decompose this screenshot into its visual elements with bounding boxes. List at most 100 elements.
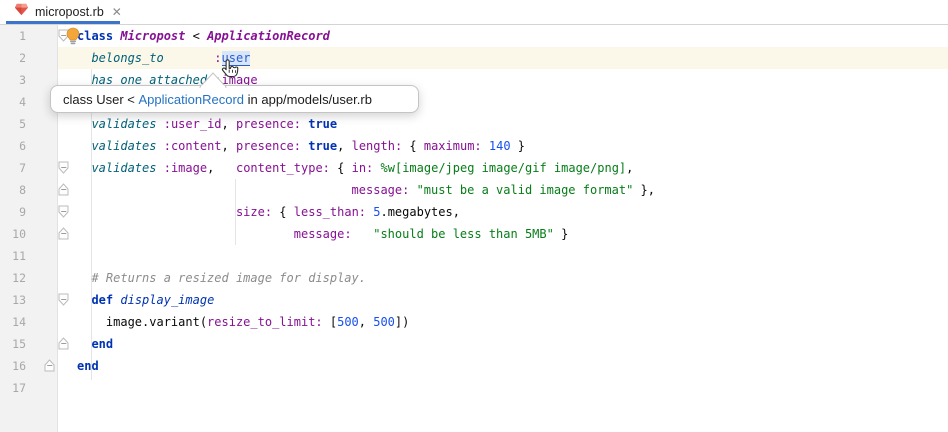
line-number[interactable]: 16	[0, 355, 26, 377]
code-line[interactable]: validates :user_id, presence: true	[77, 113, 337, 135]
fold-marker-icon[interactable]	[44, 359, 56, 372]
code-token: true	[308, 139, 338, 153]
code-token: in:	[351, 161, 374, 175]
code-token: {	[329, 161, 352, 175]
code-line[interactable]: end	[77, 333, 113, 355]
line-number[interactable]: 9	[0, 201, 26, 223]
code-token: message:	[351, 183, 410, 197]
code-token: %w[image/jpeg image/gif image/png]	[380, 161, 627, 175]
code-token: resize_to_limit:	[207, 315, 323, 329]
code-token: belongs_to	[91, 51, 164, 65]
editor-tab-bar: micropost.rb ✕	[0, 0, 948, 25]
line-number[interactable]: 2	[0, 47, 26, 69]
code-token: "should be less than 5MB"	[373, 227, 554, 241]
code-token: content_type:	[235, 161, 330, 175]
code-token: :user_id	[163, 117, 222, 131]
code-line[interactable]: message: "must be a valid image format" …	[77, 179, 655, 201]
tooltip-text-after: in app/models/user.rb	[244, 91, 372, 107]
code-token: ApplicationRecord	[207, 29, 330, 43]
code-token: validates	[91, 117, 157, 131]
code-token: end	[77, 359, 99, 373]
code-token: <	[185, 29, 208, 43]
line-number[interactable]: 8	[0, 179, 26, 201]
tab-title: micropost.rb	[35, 5, 104, 19]
fold-marker-icon[interactable]	[58, 227, 70, 240]
code-token: display_image	[120, 293, 215, 307]
code-token: validates	[91, 161, 157, 175]
code-line[interactable]: # Returns a resized image for display.	[77, 267, 366, 289]
code-token: ,	[207, 161, 236, 175]
code-token: "must be a valid image format"	[416, 183, 634, 197]
code-token: size:	[235, 205, 273, 219]
code-line[interactable]: message: "should be less than 5MB" }	[77, 223, 569, 245]
code-token: {	[402, 139, 424, 153]
code-line[interactable]: validates :image, content_type: { in: %w…	[77, 157, 633, 179]
code-token: ,	[337, 139, 352, 153]
line-number[interactable]: 12	[0, 267, 26, 289]
close-icon[interactable]: ✕	[112, 5, 122, 19]
line-number[interactable]: 1	[0, 25, 26, 47]
definition-tooltip: class User < ApplicationRecord in app/mo…	[50, 85, 419, 113]
code-token: end	[91, 337, 114, 351]
line-number[interactable]: 6	[0, 135, 26, 157]
fold-marker-icon[interactable]	[58, 205, 70, 218]
line-number[interactable]: 3	[0, 69, 26, 91]
line-number[interactable]: 4	[0, 91, 26, 113]
fold-marker-icon[interactable]	[58, 337, 70, 350]
ide-window: micropost.rb ✕ 1 2 3 4 5 6 7 8 9 10 11 12 13 14 15 16 17…	[0, 0, 948, 432]
code-token: :image	[163, 161, 208, 175]
code-token: },	[633, 183, 656, 197]
line-number[interactable]: 10	[0, 223, 26, 245]
line-number[interactable]: 7	[0, 157, 26, 179]
tooltip-class-link[interactable]: ApplicationRecord	[139, 92, 245, 107]
code-token: message:	[293, 227, 352, 241]
code-token: ,	[626, 161, 634, 175]
line-number[interactable]: 13	[0, 289, 26, 311]
code-token: [	[322, 315, 338, 329]
code-token: validates	[91, 139, 157, 153]
line-number[interactable]: 17	[0, 377, 26, 399]
code-line[interactable]: size: { less_than: 5.megabytes,	[77, 201, 460, 223]
code-token: length:	[351, 139, 403, 153]
code-token: # Returns a resized image for display.	[77, 271, 366, 285]
code-token: }	[553, 227, 569, 241]
code-token: 140	[488, 139, 511, 153]
code-line[interactable]: end	[77, 355, 99, 377]
ruby-file-icon	[14, 2, 29, 22]
line-number[interactable]: 15	[0, 333, 26, 355]
line-number[interactable]: 5	[0, 113, 26, 135]
code-line[interactable]: class Micropost < ApplicationRecord	[77, 25, 330, 47]
code-token: 500	[373, 315, 395, 329]
tooltip-text-before: class User <	[63, 91, 139, 107]
code-token: ,	[358, 315, 374, 329]
code-line[interactable]: validates :content, presence: true, leng…	[77, 135, 525, 157]
code-token: :content	[163, 139, 222, 153]
intention-bulb-icon[interactable]	[64, 27, 82, 52]
fold-marker-icon[interactable]	[58, 161, 70, 174]
line-number[interactable]: 14	[0, 311, 26, 333]
code-token: maximum:	[423, 139, 482, 153]
code-token: ,	[221, 117, 236, 131]
code-token: {	[272, 205, 294, 219]
fold-marker-icon[interactable]	[58, 293, 70, 306]
code-token: .megabytes,	[380, 205, 460, 219]
fold-marker-icon[interactable]	[58, 183, 70, 196]
code-line[interactable]: def display_image	[77, 289, 214, 311]
code-line[interactable]: image.variant(resize_to_limit: [500, 500…	[77, 311, 409, 333]
code-token: Micropost	[120, 29, 186, 43]
line-number[interactable]: 11	[0, 245, 26, 267]
